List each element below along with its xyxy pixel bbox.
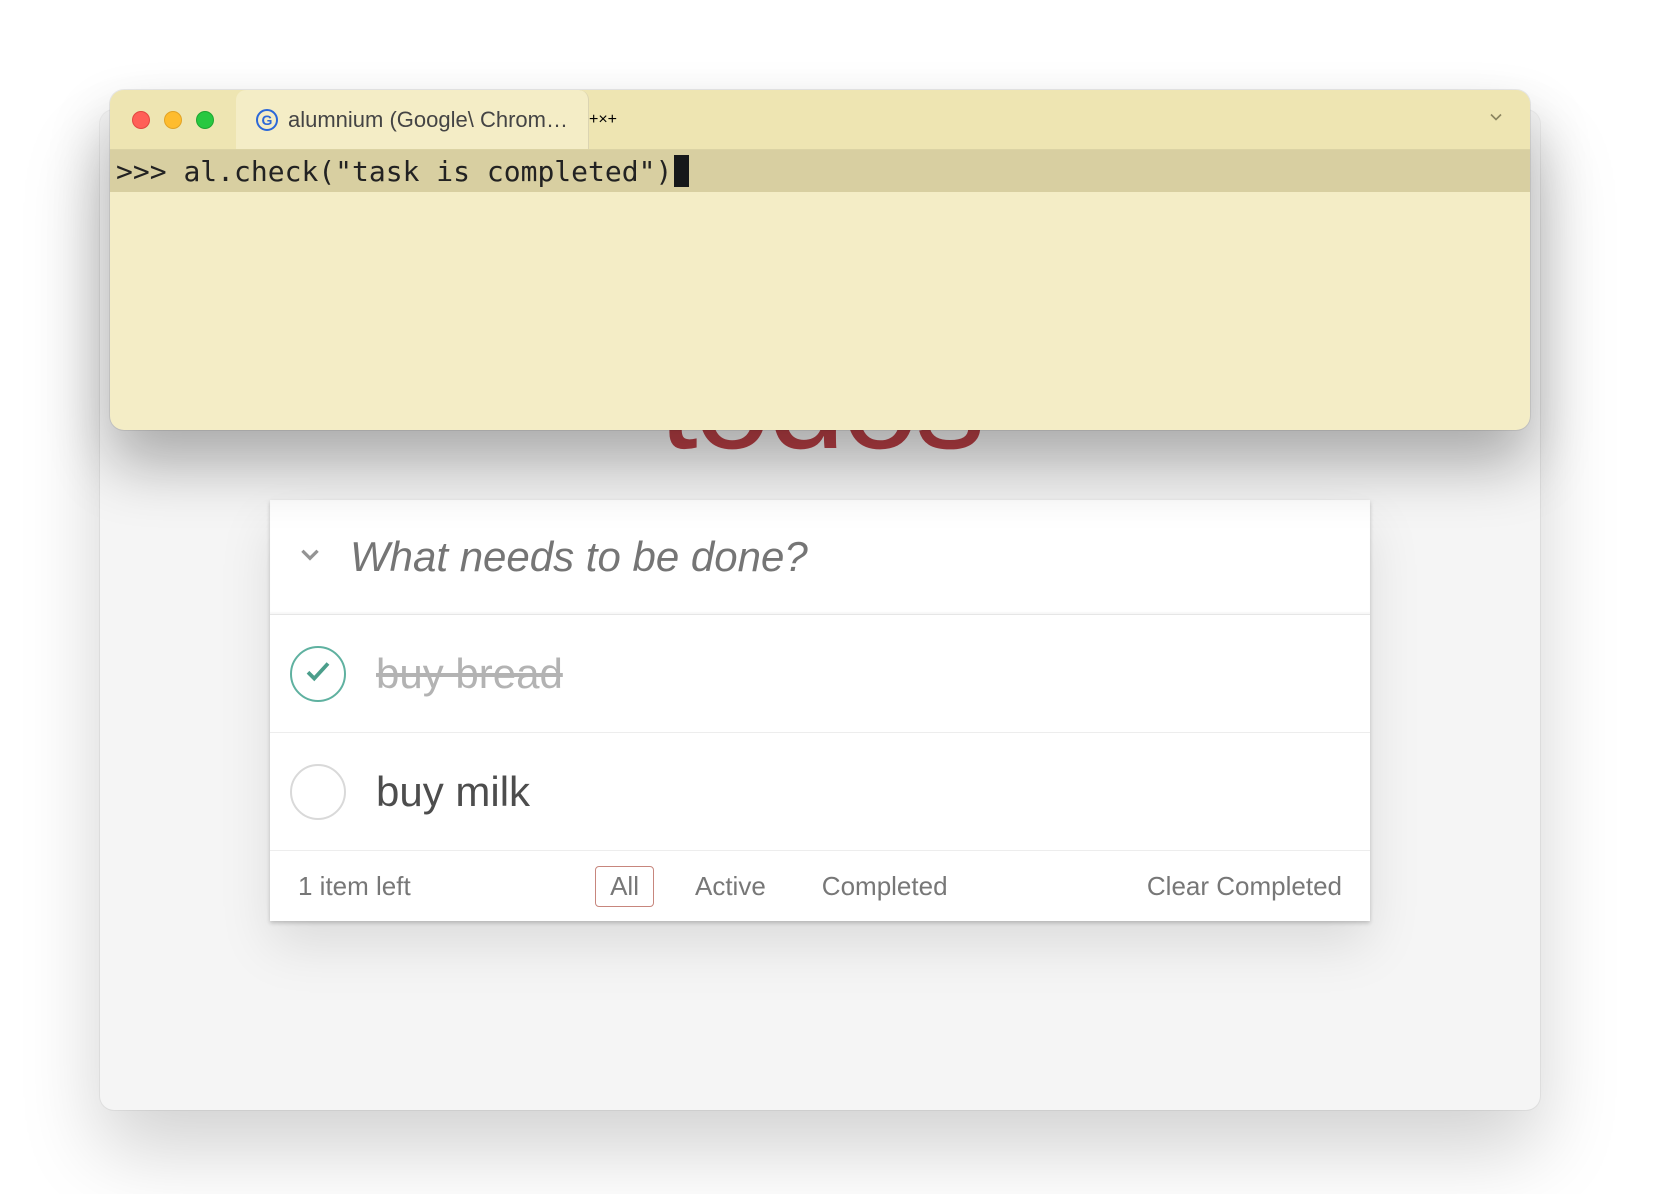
fullscreen-window-button[interactable] [196, 111, 214, 129]
todo-item: buy milk [270, 733, 1370, 851]
toggle-all-button[interactable] [270, 541, 350, 574]
check-icon [303, 656, 333, 691]
chevron-down-icon [1486, 114, 1506, 131]
prompt-prefix: >>> [116, 155, 183, 188]
chevron-down-icon [297, 542, 323, 573]
minimize-window-button[interactable] [164, 111, 182, 129]
todo-item: buy bread [270, 615, 1370, 733]
new-todo-row [270, 500, 1370, 615]
filter-active[interactable]: Active [680, 866, 781, 907]
window-controls [110, 111, 236, 129]
clear-completed-button[interactable]: Clear Completed [1147, 871, 1342, 902]
tab-overflow-button[interactable] [1462, 107, 1530, 132]
prompt-command: al.check("task is completed") [183, 155, 672, 188]
terminal-prompt-line[interactable]: >>> al.check("task is completed") [110, 150, 1530, 192]
new-todo-input[interactable] [350, 533, 1370, 581]
close-window-button[interactable] [132, 111, 150, 129]
todo-label[interactable]: buy bread [376, 650, 563, 698]
terminal-tab[interactable]: G alumnium (Google\ Chrom… [236, 90, 589, 149]
tab-favicon-icon: G [256, 109, 278, 131]
todo-label[interactable]: buy milk [376, 768, 530, 816]
tab-title: alumnium (Google\ Chrom… [288, 107, 568, 133]
items-left-count: 1 item left [298, 871, 411, 902]
close-tab-button[interactable]: × [598, 111, 607, 129]
terminal-body[interactable] [110, 192, 1530, 430]
todo-checkbox[interactable] [290, 764, 346, 820]
todo-footer: 1 item left All Active Completed Clear C… [270, 851, 1370, 921]
terminal-tabbar: G alumnium (Google\ Chrom… + × + [110, 90, 1530, 150]
todo-checkbox[interactable] [290, 646, 346, 702]
new-tab-button-secondary[interactable]: + [608, 111, 617, 129]
terminal-window: G alumnium (Google\ Chrom… + × + >>> al.… [110, 90, 1530, 430]
new-tab-button[interactable]: + [589, 111, 598, 129]
cursor-icon [674, 155, 689, 187]
todo-card: buy bread buy milk 1 item left All Activ… [270, 500, 1370, 921]
check-icon [303, 774, 333, 809]
filter-all[interactable]: All [595, 866, 654, 907]
filter-group: All Active Completed [411, 866, 1147, 907]
filter-completed[interactable]: Completed [807, 866, 963, 907]
